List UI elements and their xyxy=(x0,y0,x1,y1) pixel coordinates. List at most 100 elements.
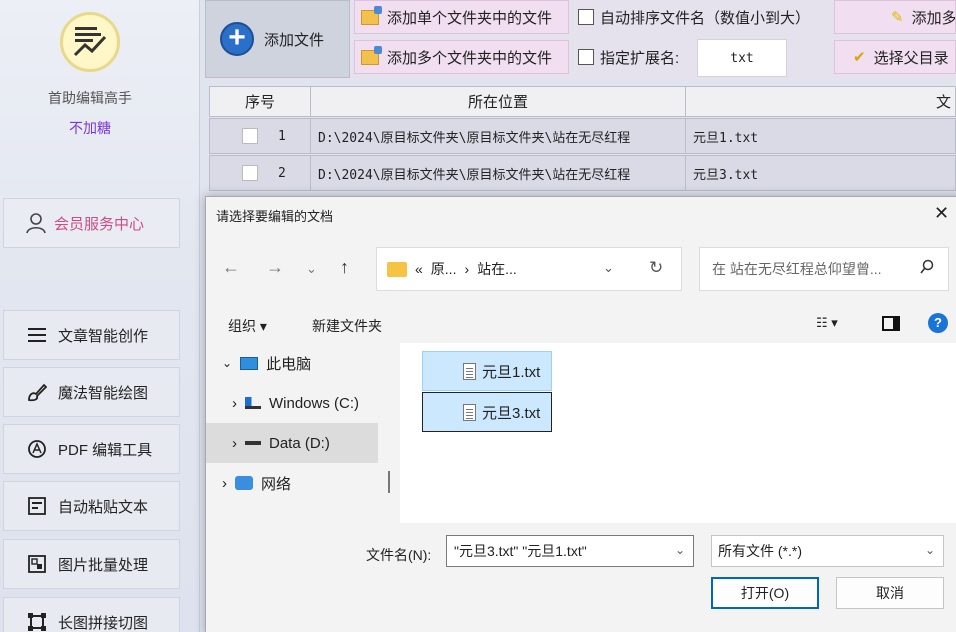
sidebar-item-label: 长图拼接切图 xyxy=(58,614,149,632)
breadcrumb-1[interactable]: 原... xyxy=(431,259,457,279)
ext-option[interactable]: 指定扩展名: xyxy=(578,40,680,74)
add-more-button[interactable]: ✎ 添加多 xyxy=(834,0,956,34)
member-center-button[interactable]: 会员服务中心 xyxy=(3,198,180,248)
tree-item-this-pc[interactable]: ⌄ 此电脑 xyxy=(206,343,378,383)
organize-menu[interactable]: 组织 ▾ xyxy=(228,316,267,336)
recent-chevron-icon[interactable]: ⌄ xyxy=(306,261,317,277)
row-checkbox[interactable] xyxy=(242,128,258,144)
select-parent-label: 选择父目录 xyxy=(873,49,949,67)
sidebar-item-drawing[interactable]: 魔法智能绘图 xyxy=(3,367,180,417)
breadcrumb-separator: › xyxy=(464,261,470,277)
tree-item-label: 此电脑 xyxy=(266,355,312,373)
column-header-name: 文 xyxy=(686,86,956,117)
paste-icon xyxy=(26,495,48,517)
add-multi-folder-label: 添加多个文件夹中的文件 xyxy=(387,49,553,67)
sidebar-item-article[interactable]: 文章智能创作 xyxy=(3,310,180,360)
sidebar-item-crop[interactable]: 长图拼接切图 xyxy=(3,597,180,632)
view-options-icon[interactable]: ☷ ▾ xyxy=(816,315,838,331)
ext-checkbox[interactable] xyxy=(578,49,594,65)
sidebar-item-paste[interactable]: 自动粘贴文本 xyxy=(3,481,180,531)
check-icon: ✔ xyxy=(853,49,866,66)
refresh-icon[interactable]: ↻ xyxy=(649,258,663,278)
file-name: 元旦1.txt xyxy=(482,363,541,381)
add-single-folder-button[interactable]: 添加单个文件夹中的文件 xyxy=(354,0,569,34)
back-arrow-icon[interactable]: ← xyxy=(222,257,240,278)
sidebar-item-label: 图片批量处理 xyxy=(58,556,149,574)
address-dropdown-icon[interactable]: ⌄ xyxy=(603,260,614,276)
dialog-title: 请选择要编辑的文档 xyxy=(216,209,334,224)
breadcrumb-2[interactable]: 站在... xyxy=(477,259,517,279)
new-folder-button[interactable]: 新建文件夹 xyxy=(312,316,382,336)
filetype-select[interactable]: 所有文件 (*.*) ⌄ xyxy=(711,535,944,567)
open-button[interactable]: 打开(O) xyxy=(711,577,819,609)
filename-label: 文件名(N): xyxy=(366,547,432,563)
sidebar-item-pdf[interactable]: PDF 编辑工具 xyxy=(3,424,180,474)
user-icon xyxy=(26,213,46,234)
table-header: 序号 所在位置 文 xyxy=(209,86,956,122)
folder-add-icon xyxy=(361,5,382,25)
dialog-footer: 文件名(N): "元旦3.txt" "元旦1.txt" ⌄ 所有文件 (*.*)… xyxy=(206,523,956,632)
text-file-icon xyxy=(463,362,476,380)
tree-item-c-drive[interactable]: › Windows (C:) xyxy=(206,383,378,423)
add-multi-folder-button[interactable]: 添加多个文件夹中的文件 xyxy=(354,40,569,74)
search-placeholder: 在 站在无尽红程总仰望曾... xyxy=(712,261,882,277)
cancel-button[interactable]: 取消 xyxy=(836,577,944,609)
table-row[interactable]: 1 D:\2024\原目标文件夹\原目标文件夹\站在无尽红程 元旦1.txt xyxy=(209,118,956,154)
drive-icon xyxy=(245,441,261,445)
filename-input[interactable]: "元旦3.txt" "元旦1.txt" ⌄ xyxy=(446,535,694,567)
tree-item-label: Data (D:) xyxy=(269,434,330,452)
select-parent-button[interactable]: ✔ 选择父目录 xyxy=(834,40,956,74)
sidebar-item-label: 文章智能创作 xyxy=(58,327,149,345)
chevron-right-icon[interactable]: › xyxy=(222,475,227,492)
nav-pane-scrollbar[interactable] xyxy=(388,471,390,493)
table-row[interactable]: 2 D:\2024\原目标文件夹\原目标文件夹\站在无尽红程 元旦3.txt xyxy=(209,155,956,191)
plus-icon: + xyxy=(220,22,254,56)
row-name: 元旦1.txt xyxy=(686,118,956,154)
auto-sort-option[interactable]: 自动排序文件名（数值小到大） xyxy=(578,0,811,34)
search-input[interactable]: 在 站在无尽红程总仰望曾... xyxy=(699,247,949,291)
close-icon[interactable]: ✕ xyxy=(934,203,949,224)
file-list-pane: 元旦1.txt 元旦3.txt xyxy=(400,343,956,523)
ext-label: 指定扩展名: xyxy=(600,49,680,67)
forward-arrow-icon[interactable]: → xyxy=(266,257,284,278)
search-icon xyxy=(920,259,934,278)
sidebar-item-label: PDF 编辑工具 xyxy=(58,441,153,459)
computer-icon xyxy=(240,356,259,370)
folder-icon xyxy=(387,261,407,277)
crop-icon xyxy=(26,611,48,632)
column-header-path: 所在位置 xyxy=(311,86,686,117)
tree-item-network[interactable]: › 网络 xyxy=(206,463,378,503)
text-file-icon xyxy=(463,403,476,421)
sidebar: 首助编辑高手 不加糖 会员服务中心 文章智能创作 魔法智能绘图 PDF 编辑工具… xyxy=(0,0,200,632)
file-open-dialog: 请选择要编辑的文档 ✕ ← → ⌄ ↑ « 原... › 站在... ⌄ ↻ 在… xyxy=(205,196,956,632)
sidebar-item-label: 自动粘贴文本 xyxy=(58,498,149,516)
up-arrow-icon[interactable]: ↑ xyxy=(340,257,349,278)
help-icon[interactable]: ? xyxy=(928,313,948,333)
chevron-right-icon[interactable]: › xyxy=(232,435,237,452)
address-bar[interactable]: « 原... › 站在... ⌄ ↻ xyxy=(376,247,682,291)
row-name: 元旦3.txt xyxy=(686,155,956,191)
folder-add-icon xyxy=(361,45,382,65)
navigation-pane: ⌄ 此电脑 › Windows (C:) › Data (D:) › 网络 xyxy=(206,343,398,523)
add-file-button[interactable]: + 添加文件 xyxy=(205,0,350,78)
list-icon xyxy=(26,324,48,346)
windows-drive-icon xyxy=(245,397,261,409)
address-prefix: « xyxy=(415,261,423,277)
app-logo xyxy=(60,12,120,72)
file-item[interactable]: 元旦1.txt xyxy=(422,351,552,391)
filetype-value: 所有文件 (*.*) xyxy=(718,543,802,559)
member-center-label: 会员服务中心 xyxy=(54,215,145,233)
tree-item-d-drive[interactable]: › Data (D:) xyxy=(206,423,378,463)
preview-pane-icon[interactable] xyxy=(882,316,900,331)
chevron-down-icon[interactable]: ⌄ xyxy=(925,543,935,557)
auto-sort-checkbox[interactable] xyxy=(578,9,594,25)
chevron-down-icon[interactable]: ⌄ xyxy=(222,356,232,370)
brush-icon xyxy=(26,381,48,403)
sidebar-item-image[interactable]: 图片批量处理 xyxy=(3,539,180,589)
column-header-index: 序号 xyxy=(209,86,311,117)
ext-input[interactable]: txt xyxy=(697,39,787,77)
chevron-down-icon[interactable]: ⌄ xyxy=(675,543,685,557)
row-checkbox[interactable] xyxy=(242,165,258,181)
chevron-right-icon[interactable]: › xyxy=(232,395,237,412)
file-item[interactable]: 元旦3.txt xyxy=(422,392,552,432)
